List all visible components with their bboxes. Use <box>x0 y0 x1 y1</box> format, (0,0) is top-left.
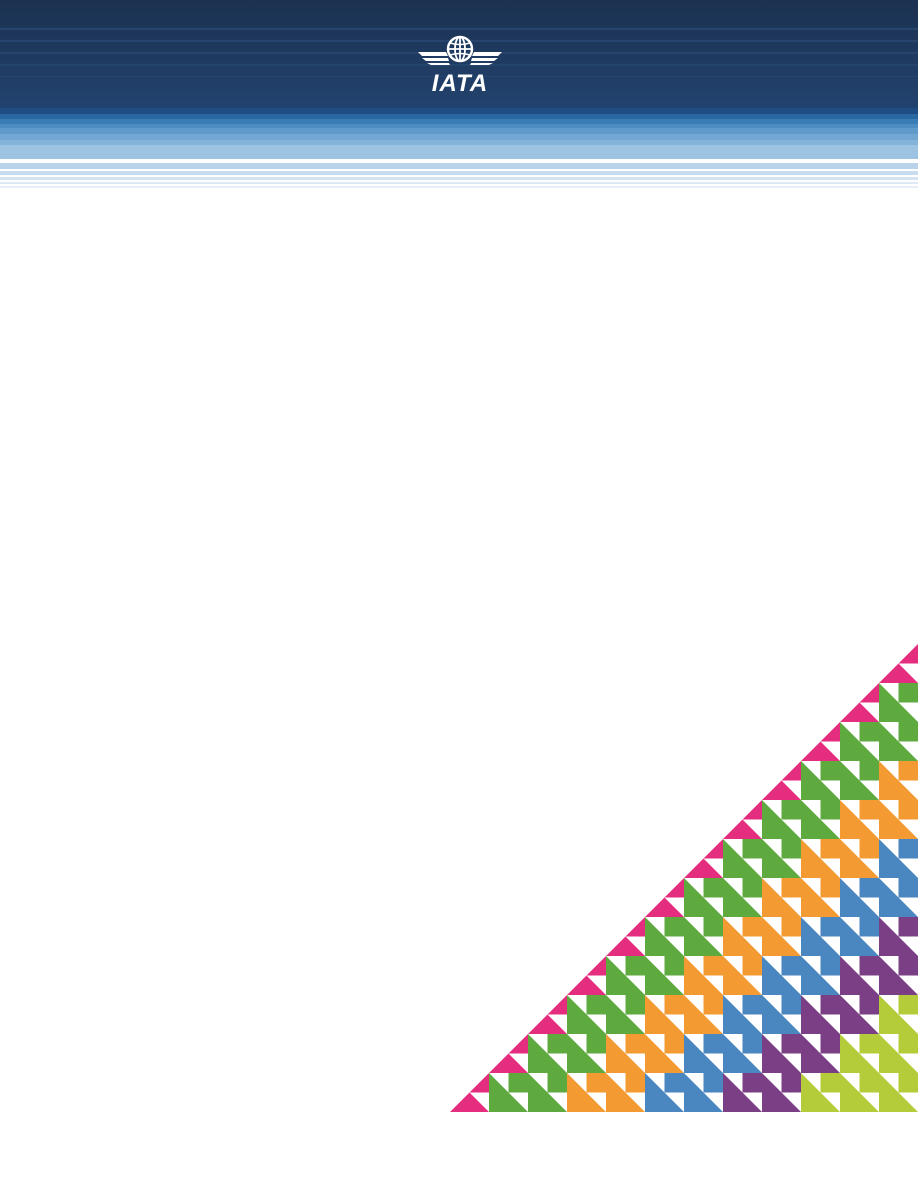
mosaic-white-triangle <box>606 917 626 937</box>
mosaic-white-triangle <box>450 1073 470 1093</box>
mosaic-white-triangle <box>489 1034 509 1054</box>
mosaic-white-triangle <box>840 683 860 703</box>
mosaic-white-triangle <box>567 956 587 976</box>
mosaic-white-triangle <box>645 878 665 898</box>
mosaic-white-triangle <box>528 995 548 1015</box>
triangle-mosaic-graphic <box>450 644 918 1112</box>
mosaic-white-triangle <box>684 839 704 859</box>
mosaic-white-triangle <box>879 644 899 664</box>
mosaic-white-triangle <box>723 800 743 820</box>
mosaic-white-triangle <box>762 761 782 781</box>
mosaic-white-triangle <box>801 722 821 742</box>
